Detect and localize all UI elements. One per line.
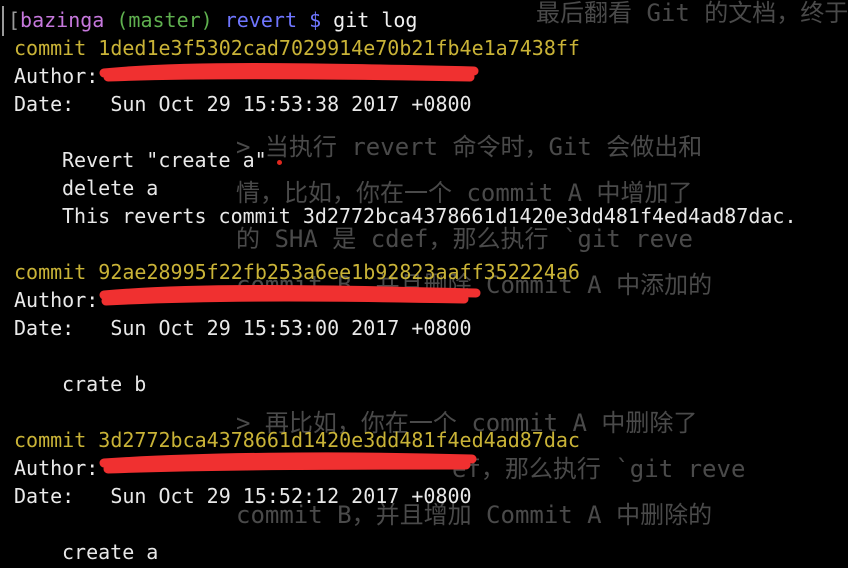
author-label: Author: (14, 288, 99, 312)
red-dot-mark (276, 160, 282, 165)
prompt-branch: (master) (116, 8, 213, 32)
prompt-directory: revert (224, 8, 298, 32)
commit-hash: 1ded1e3f5302cad7029914e70b21fb4e1a7438ff (98, 36, 580, 60)
commit-message-line: create a (0, 538, 797, 566)
author-line: Author: (0, 452, 797, 482)
date-label: Date: (14, 316, 75, 340)
commit-hash: 3d2772bca4378661d1420e3dd481f4ed4ad87dac (98, 428, 580, 452)
commit-line: commit 1ded1e3f5302cad7029914e70b21fb4e1… (0, 34, 797, 62)
date-label: Date: (14, 484, 75, 508)
commit-message-text: crate b (62, 372, 147, 396)
redaction-mark (99, 285, 482, 311)
commit-label: commit (14, 260, 87, 284)
date-value: Sun Oct 29 15:52:12 2017 +0800 (110, 484, 472, 508)
commit-label: commit (14, 36, 87, 60)
window-edge-marker (2, 6, 4, 36)
prompt-symbol: $ (309, 8, 322, 32)
redaction-mark (99, 452, 482, 479)
commit-message-line: delete a (0, 174, 797, 202)
commit-label: commit (14, 428, 87, 452)
author-label: Author: (14, 64, 99, 88)
prompt-line: [bazinga (master) revert $ git log (0, 6, 797, 34)
author-line: Author: (0, 62, 797, 90)
date-line: Date: Sun Oct 29 15:53:00 2017 +0800 (0, 314, 797, 342)
author-label: Author: (14, 456, 99, 480)
commit-line: commit 92ae28995f22fb253a6ee1b92823aaff3… (0, 258, 797, 286)
date-line: Date: Sun Oct 29 15:53:38 2017 +0800 (0, 90, 797, 118)
prompt-bracket: [ (8, 8, 21, 32)
commit-message-text: Revert "create a" (62, 148, 267, 172)
commit-message-text: create a (62, 540, 159, 564)
prompt-command[interactable]: git log (333, 8, 417, 32)
date-value: Sun Oct 29 15:53:00 2017 +0800 (110, 316, 472, 340)
date-label: Date: (14, 92, 75, 116)
commit-message-line: This reverts commit 3d2772bca4378661d142… (0, 202, 797, 230)
terminal-window[interactable]: 最后翻看 Git 的文档，终于搞 > 当执行 revert 命令时，Git 会做… (0, 0, 848, 568)
commit-message-text: This reverts commit 3d2772bca4378661d142… (62, 204, 797, 228)
prompt-user: bazinga (20, 8, 105, 32)
commit-message-line: crate b (0, 370, 797, 398)
commit-line: commit 3d2772bca4378661d1420e3dd481f4ed4… (0, 426, 797, 454)
redaction-mark (99, 63, 482, 87)
commit-message-text: delete a (62, 176, 159, 200)
date-line: Date: Sun Oct 29 15:52:12 2017 +0800 (0, 482, 797, 510)
commit-hash: 92ae28995f22fb253a6ee1b92823aaff352224a6 (98, 260, 580, 284)
author-line: Author: (0, 285, 797, 314)
commit-message-line: Revert "create a" (0, 146, 797, 174)
terminal-output: [bazinga (master) revert $ git log commi… (0, 6, 797, 566)
date-value: Sun Oct 29 15:53:38 2017 +0800 (110, 92, 472, 116)
